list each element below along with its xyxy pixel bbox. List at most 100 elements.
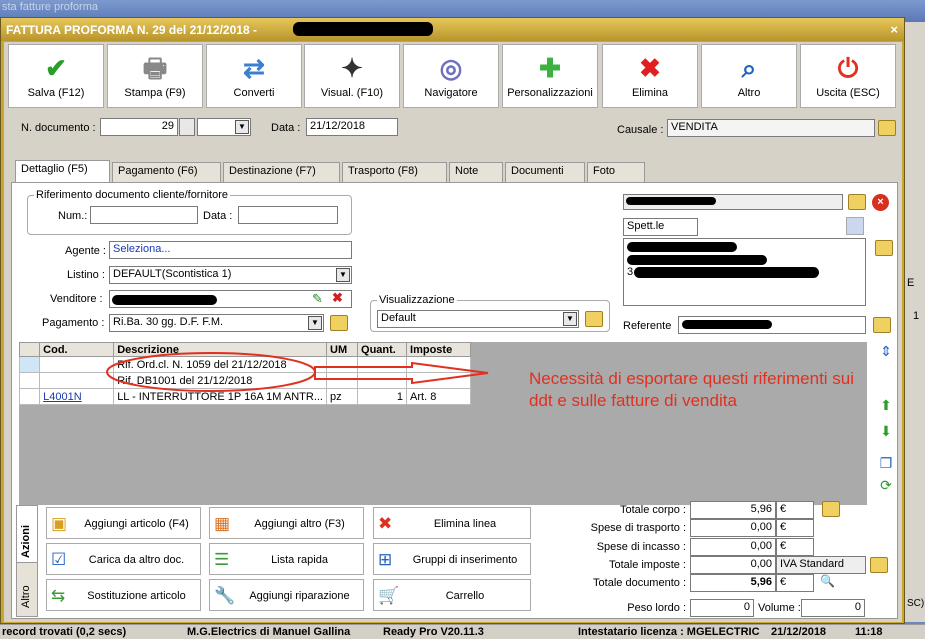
folder-icon[interactable] (870, 557, 888, 573)
totale-corpo-label: Totale corpo : (619, 504, 686, 516)
euro-symbol: € (776, 574, 814, 592)
totale-imposte-label: Totale imposte : (608, 559, 686, 571)
folder-icon[interactable] (822, 501, 840, 517)
tab-foto[interactable]: Foto (587, 162, 645, 182)
background-col-header: E (907, 277, 915, 289)
chevron-down-icon[interactable]: ▼ (235, 120, 249, 134)
action-button-label: Lista rapida (271, 554, 328, 566)
annotation-arrow (314, 361, 489, 385)
search-icon[interactable]: 🔍 (820, 574, 836, 590)
cart-icon: 🛒 (378, 586, 400, 605)
background-window-title: sta fatture proforma (2, 1, 98, 13)
status-version: Ready Pro V20.11.3 (383, 626, 484, 638)
status-company: M.G.Electrics di Manuel Gallina (187, 626, 351, 638)
causale-label: Causale : (617, 124, 664, 136)
replace-item-icon: ⇆ (51, 586, 66, 605)
euro-symbol: € (776, 538, 814, 556)
action-button-label: Aggiungi articolo (F4) (84, 518, 189, 530)
totale-documento-label: Totale documento : (593, 577, 686, 589)
close-icon[interactable]: × (890, 22, 898, 37)
status-records: record trovati (0,2 secs) (2, 626, 127, 638)
insert-group-icon: ⊞ (378, 550, 393, 569)
add-other-icon: ▦ (214, 514, 231, 533)
converti-button[interactable]: ⇄ Converti (206, 44, 302, 108)
search-icon: ⌕ (741, 53, 757, 83)
gruppi-di-inserimento-button[interactable]: ⊞ Gruppi di inserimento (373, 543, 531, 575)
toolbar-button-label: Visual. (F10) (320, 87, 384, 99)
iva-select[interactable]: IVA Standard (776, 556, 866, 574)
annotation-text: Necessità di esportare questi riferiment… (529, 369, 855, 410)
window-title: FATTURA PROFORMA N. 29 del 21/12/2018 - (6, 23, 257, 37)
elimina-linea-button[interactable]: ✖ Elimina linea (373, 507, 531, 539)
sostituzione-articolo-button[interactable]: ⇆ Sostituzione articolo (46, 579, 201, 611)
power-icon: ⏻ (837, 53, 859, 83)
action-button-label: Sostituzione articolo (87, 590, 186, 602)
compass-icon: ◎ (439, 53, 463, 83)
aggiungi-altro-f3-button[interactable]: ▦ Aggiungi altro (F3) (209, 507, 364, 539)
action-button-label: Carrello (445, 590, 485, 602)
aggiungi-riparazione-button[interactable]: 🔧 Aggiungi riparazione (209, 579, 364, 611)
highlight-ellipse (106, 352, 316, 392)
background-cell: 1 (913, 310, 920, 322)
aggiungi-articolo-f4-button[interactable]: ▣ Aggiungi articolo (F4) (46, 507, 201, 539)
toolbar-button-label: Elimina (631, 87, 669, 99)
data-label: Data : (271, 122, 301, 134)
stampa-button[interactable]: 🖶 Stampa (F9) (107, 44, 203, 108)
toolbar-button-label: Altro (737, 87, 761, 99)
altro-button[interactable]: ⌕ Altro (701, 44, 797, 108)
tab-trasporto[interactable]: Trasporto (F8) (342, 162, 447, 182)
navigatore-button[interactable]: ◎ Navigatore (403, 44, 499, 108)
action-button-label: Aggiungi riparazione (249, 590, 350, 602)
invoice-window: FATTURA PROFORMA N. 29 del 21/12/2018 - … (0, 17, 905, 624)
status-license: Intestatario licenza : MGELECTRIC (578, 626, 760, 638)
check-icon: ✔ (45, 53, 67, 83)
status-date: 21/12/2018 (771, 626, 827, 638)
carrello-button[interactable]: 🛒 Carrello (373, 579, 531, 611)
volume-input[interactable]: 0 (801, 599, 865, 617)
tab-pagamento[interactable]: Pagamento (F6) (112, 162, 221, 182)
tab-destinazione[interactable]: Destinazione (F7) (223, 162, 340, 182)
window-titlebar: FATTURA PROFORMA N. 29 del 21/12/2018 - … (1, 18, 904, 41)
spese-trasporto-input[interactable]: 0,00 (690, 519, 776, 537)
volume-label: Volume : (758, 602, 801, 614)
uscita-button[interactable]: ⏻ Uscita (ESC) (800, 44, 896, 108)
ndoc-input[interactable]: 29 (100, 118, 178, 136)
folder-icon[interactable] (878, 120, 896, 136)
redacted-name (293, 22, 433, 36)
peso-input[interactable]: 0 (690, 599, 754, 617)
delete-line-icon: ✖ (378, 514, 393, 533)
data-input[interactable]: 21/12/2018 (306, 118, 398, 136)
causale-input[interactable]: VENDITA (667, 119, 875, 137)
spese-incasso-label: Spese di incasso : (596, 541, 686, 553)
totale-imposte-input: 0,00 (690, 556, 776, 574)
toolbar-button-label: Salva (F12) (27, 87, 85, 99)
load-doc-icon: ☑ (51, 550, 67, 569)
totale-corpo-input: 5,96 (690, 501, 776, 519)
carica-da-altro-doc-button[interactable]: ☑ Carica da altro doc. (46, 543, 201, 575)
puzzle-icon: ✚ (539, 53, 561, 83)
tab-note[interactable]: Note (449, 162, 503, 182)
lista-rapida-button[interactable]: ☰ Lista rapida (209, 543, 364, 575)
toolbar-button-label: Stampa (F9) (124, 87, 186, 99)
spese-incasso-input[interactable]: 0,00 (690, 538, 776, 556)
elimina-button[interactable]: ✖ Elimina (602, 44, 698, 108)
euro-symbol: € (776, 519, 814, 537)
status-time: 11:18 (855, 626, 883, 638)
magic-wand-icon: ✦ (341, 53, 363, 83)
toolbar-button-label: Personalizzazioni (507, 87, 593, 99)
tab-documenti[interactable]: Documenti (505, 162, 585, 182)
visual.-button[interactable]: ✦ Visual. (F10) (304, 44, 400, 108)
action-button-label: Carica da altro doc. (88, 554, 185, 566)
personalizzazioni-button[interactable]: ✚ Personalizzazioni (502, 44, 598, 108)
totale-documento-input: 5,96 (690, 574, 776, 592)
salva-button[interactable]: ✔ Salva (F12) (8, 44, 104, 108)
toolbar-button-label: Navigatore (424, 87, 478, 99)
action-button-label: Aggiungi altro (F3) (254, 518, 345, 530)
action-button-label: Elimina linea (433, 518, 497, 530)
ndoc-label: N. documento : (21, 122, 96, 134)
ndoc-spinner[interactable] (179, 118, 195, 136)
status-bar: record trovati (0,2 secs) M.G.Electrics … (0, 624, 925, 639)
side-tab-altro[interactable]: Altro (16, 562, 38, 617)
toolbar-button-label: Uscita (ESC) (816, 87, 880, 99)
tab-dettaglio[interactable]: Dettaglio (F5) (15, 160, 110, 182)
